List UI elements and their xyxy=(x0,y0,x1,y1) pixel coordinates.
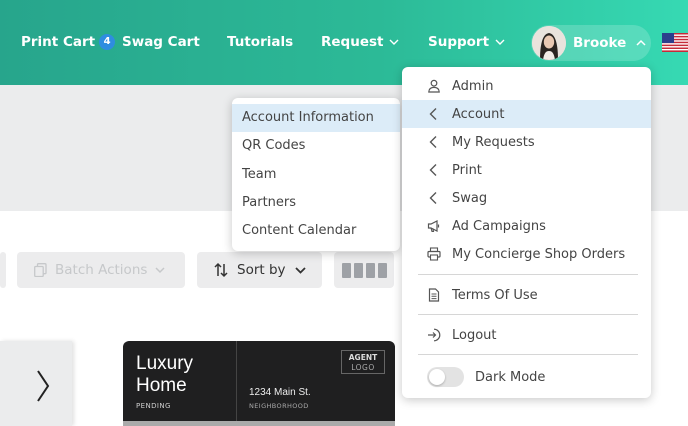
agent-logo-placeholder: AGENT LOGO xyxy=(341,350,385,374)
menu-item-label: Swag xyxy=(452,190,488,206)
cart-count-badge: 4 xyxy=(99,34,116,50)
card-title-line2: Home xyxy=(136,375,187,396)
menu-item-print[interactable]: Print xyxy=(402,156,651,184)
toolbar-left-stub xyxy=(0,252,6,288)
logout-icon xyxy=(428,328,441,342)
card-neighborhood: NEIGHBORHOOD xyxy=(249,402,309,410)
menu-item-ad-campaigns[interactable]: Ad Campaigns xyxy=(402,212,651,240)
carousel-nav-button[interactable] xyxy=(0,341,72,426)
submenu-item-partners[interactable]: Partners xyxy=(232,189,400,217)
submenu-item-account-information[interactable]: Account Information xyxy=(232,104,400,133)
toggle-knob xyxy=(429,369,445,385)
nav-support[interactable]: Support xyxy=(428,31,505,53)
view-bar-icon xyxy=(377,262,387,278)
card-address: 1234 Main St. xyxy=(249,387,311,398)
menu-item-account[interactable]: Account xyxy=(402,100,651,128)
user-menu-button[interactable]: Brooke xyxy=(531,25,651,61)
menu-divider xyxy=(418,354,638,355)
menu-item-admin[interactable]: Admin xyxy=(402,72,651,100)
chevron-down-icon xyxy=(155,267,165,274)
nav-tutorials-label: Tutorials xyxy=(227,34,294,50)
menu-item-logout[interactable]: Logout xyxy=(402,321,651,349)
menu-divider xyxy=(418,274,638,275)
menu-item-label: Terms Of Use xyxy=(452,287,538,303)
dark-mode-toggle[interactable] xyxy=(427,367,464,387)
nav-request[interactable]: Request xyxy=(321,31,399,53)
nav-print-cart[interactable]: Print Cart 4 xyxy=(21,31,116,53)
logo-line2: LOGO xyxy=(351,363,375,372)
card-title: Luxury Home xyxy=(136,353,193,397)
chevron-right-icon xyxy=(37,370,50,402)
menu-item-label: Print xyxy=(452,162,482,178)
user-icon xyxy=(428,79,440,93)
grid-view-toggle[interactable] xyxy=(334,252,394,288)
menu-item-concierge-shop-orders[interactable]: My Concierge Shop Orders xyxy=(402,240,651,268)
menu-item-label: Ad Campaigns xyxy=(452,218,546,234)
menu-item-label: Account xyxy=(452,106,505,122)
menu-item-terms-of-use[interactable]: Terms Of Use xyxy=(402,281,651,309)
nav-request-label: Request xyxy=(321,34,384,50)
nav-swag-cart[interactable]: Swag Cart xyxy=(122,31,200,53)
chevron-down-icon xyxy=(389,39,399,45)
submenu-item-qr-codes[interactable]: QR Codes xyxy=(232,132,400,160)
chevron-left-icon xyxy=(429,136,437,148)
nav-support-label: Support xyxy=(428,34,490,50)
chevron-down-icon xyxy=(294,267,306,274)
megaphone-icon xyxy=(427,220,440,233)
menu-item-label: My Concierge Shop Orders xyxy=(452,246,626,262)
menu-item-swag[interactable]: Swag xyxy=(402,184,651,212)
card-divider xyxy=(236,341,237,426)
account-submenu: Account Information QR Codes Team Partne… xyxy=(232,98,400,251)
view-bar-icon xyxy=(341,262,351,278)
batch-actions-button[interactable]: Batch Actions xyxy=(17,252,185,288)
menu-divider xyxy=(418,314,638,315)
chevron-left-icon xyxy=(429,192,437,204)
document-icon xyxy=(428,288,440,302)
menu-item-label: My Requests xyxy=(452,134,535,150)
card-photo-strip xyxy=(123,421,395,426)
view-bar-icon xyxy=(365,262,375,278)
menu-item-dark-mode: Dark Mode xyxy=(402,363,651,391)
user-name: Brooke xyxy=(573,35,627,51)
submenu-item-content-calendar[interactable]: Content Calendar xyxy=(232,217,400,245)
nav-swag-cart-label: Swag Cart xyxy=(122,34,200,50)
menu-item-my-requests[interactable]: My Requests xyxy=(402,128,651,156)
batch-actions-label: Batch Actions xyxy=(55,262,148,278)
chevron-left-icon xyxy=(429,108,437,120)
printer-icon xyxy=(427,247,441,261)
logo-line1: AGENT xyxy=(348,353,378,362)
sort-by-button[interactable]: Sort by xyxy=(197,252,322,288)
menu-item-label: Admin xyxy=(452,78,494,94)
user-dropdown-menu: Admin Account My Requests Print Swag Ad … xyxy=(402,67,651,398)
menu-item-label: Dark Mode xyxy=(475,369,546,385)
chevron-down-icon xyxy=(495,39,505,45)
copy-icon xyxy=(34,263,47,277)
nav-tutorials[interactable]: Tutorials xyxy=(227,31,293,53)
nav-print-cart-label: Print Cart xyxy=(21,34,96,50)
menu-item-label: Logout xyxy=(452,327,497,343)
card-title-line1: Luxury xyxy=(136,353,194,374)
product-card[interactable]: Luxury Home PENDING AGENT LOGO 1234 Main… xyxy=(123,341,395,426)
chevron-left-icon xyxy=(429,164,437,176)
sort-by-label: Sort by xyxy=(237,262,286,278)
sort-icon xyxy=(214,262,228,278)
view-bar-icon xyxy=(353,262,363,278)
submenu-item-team[interactable]: Team xyxy=(232,161,400,189)
avatar xyxy=(532,26,566,60)
us-flag-icon[interactable] xyxy=(662,33,688,52)
card-status: PENDING xyxy=(136,402,171,410)
chevron-up-icon xyxy=(636,39,646,46)
